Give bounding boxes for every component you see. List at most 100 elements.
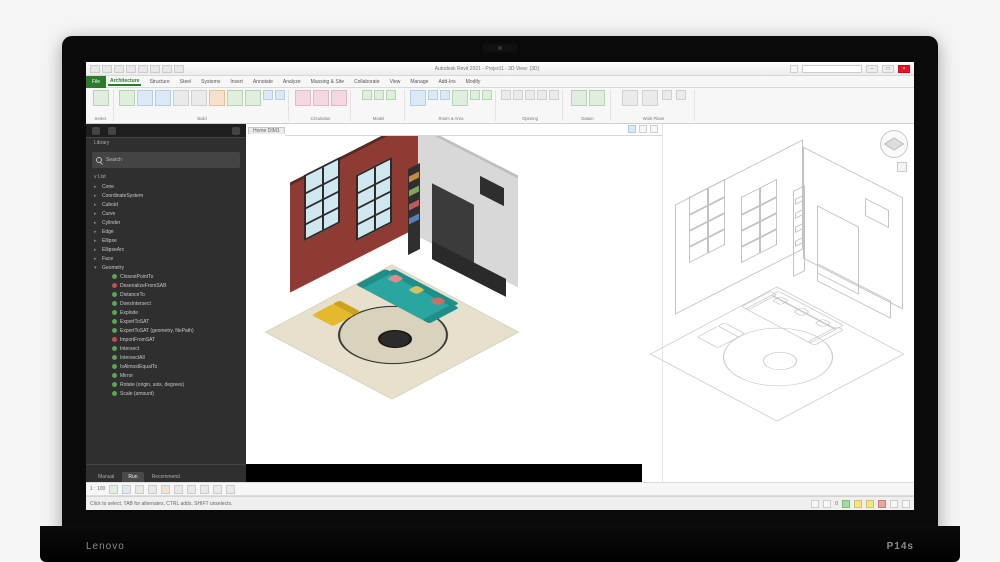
tree-item[interactable]: ▸Cone xyxy=(90,182,242,191)
wall-icon[interactable] xyxy=(119,90,135,106)
wall-open-icon[interactable] xyxy=(525,90,535,100)
tree-item[interactable]: ▸Edge xyxy=(90,227,242,236)
crop-visible-icon[interactable] xyxy=(187,485,196,494)
crop-icon[interactable] xyxy=(174,485,183,494)
tree-item[interactable]: ▸Ellipse xyxy=(90,236,242,245)
tab-steel[interactable]: Steel xyxy=(178,79,193,85)
select-underlay-icon[interactable] xyxy=(866,500,874,508)
chevron-right-icon[interactable]: ▸ xyxy=(94,220,99,226)
shaft-icon[interactable] xyxy=(513,90,523,100)
grid-icon[interactable] xyxy=(589,90,605,106)
component-icon[interactable] xyxy=(173,90,189,106)
railing-icon[interactable] xyxy=(295,90,311,106)
tab-systems[interactable]: Systems xyxy=(199,79,222,85)
scale-label[interactable]: 1 : 100 xyxy=(90,486,105,492)
title-search[interactable] xyxy=(802,65,862,73)
tree-item[interactable]: IsAlmostEqualTo xyxy=(90,362,242,371)
shadows-icon[interactable] xyxy=(148,485,157,494)
tab-manual[interactable]: Manual xyxy=(92,472,120,482)
area-boundary-icon[interactable] xyxy=(470,90,480,100)
temp-hide-icon[interactable] xyxy=(213,485,222,494)
drag-icon[interactable] xyxy=(902,500,910,508)
tree-item[interactable]: IntersectAll xyxy=(90,353,242,362)
window-icon[interactable] xyxy=(155,90,171,106)
tag-room-icon[interactable] xyxy=(440,90,450,100)
tree-item[interactable]: Intersect xyxy=(90,344,242,353)
design-options-icon[interactable] xyxy=(823,500,831,508)
user-icon[interactable] xyxy=(108,127,116,135)
tab-view[interactable]: View xyxy=(388,79,403,85)
tree-item[interactable]: ▸Cylinder xyxy=(90,218,242,227)
tab-architecture[interactable]: Architecture xyxy=(108,78,141,86)
close-view-icon[interactable] xyxy=(650,125,658,133)
close-button[interactable]: × xyxy=(898,65,910,73)
chevron-right-icon[interactable]: ▸ xyxy=(94,211,99,217)
maximize-button[interactable]: □ xyxy=(882,65,894,73)
tree-item[interactable]: ExportToSAT (geometry, filePath) xyxy=(90,326,242,335)
select-face-icon[interactable] xyxy=(890,500,898,508)
nav-home-icon[interactable] xyxy=(897,162,907,172)
sidebar-search[interactable]: Search xyxy=(92,152,240,168)
menu-icon[interactable] xyxy=(232,127,240,135)
qat-icon[interactable] xyxy=(174,65,184,73)
tab-annotate[interactable]: Annotate xyxy=(251,79,275,85)
tree-item[interactable]: ▾Geometry xyxy=(90,263,242,272)
model-group-icon[interactable] xyxy=(386,90,396,100)
qat-icon[interactable] xyxy=(114,65,124,73)
tab-analyze[interactable]: Analyze xyxy=(281,79,303,85)
dormer-icon[interactable] xyxy=(549,90,559,100)
qat-icon[interactable] xyxy=(138,65,148,73)
tree-item[interactable]: ExportToSAT xyxy=(90,317,242,326)
tab-recommend[interactable]: Recommend xyxy=(146,472,186,482)
tree-item[interactable]: DoesIntersect xyxy=(90,299,242,308)
section-label[interactable]: v List xyxy=(86,172,246,182)
tree-item[interactable]: ▸CoordinateSystem xyxy=(90,191,242,200)
viewer-icon[interactable] xyxy=(676,90,686,100)
link-icon[interactable] xyxy=(639,125,647,133)
ceiling-icon[interactable] xyxy=(227,90,243,106)
column-icon[interactable] xyxy=(191,90,207,106)
chevron-right-icon[interactable]: ▸ xyxy=(94,193,99,199)
chevron-right-icon[interactable]: ▸ xyxy=(94,229,99,235)
file-menu-button[interactable]: File xyxy=(86,76,106,88)
ramp-icon[interactable] xyxy=(313,90,329,106)
tree-item[interactable]: ImportFromSAT xyxy=(90,335,242,344)
qat-icon[interactable] xyxy=(102,65,112,73)
cloud-icon[interactable] xyxy=(628,125,636,133)
lock-3d-icon[interactable] xyxy=(200,485,209,494)
tree-item[interactable]: Explode xyxy=(90,308,242,317)
curtain-icon[interactable] xyxy=(263,90,273,100)
modify-icon[interactable] xyxy=(93,90,109,106)
tab-massing[interactable]: Massing & Site xyxy=(309,79,346,85)
tree-item[interactable]: DistanceTo xyxy=(90,290,242,299)
chevron-right-icon[interactable]: ▸ xyxy=(94,238,99,244)
qat-icon[interactable] xyxy=(150,65,160,73)
select-pinned-icon[interactable] xyxy=(878,500,886,508)
visual-style-icon[interactable] xyxy=(122,485,131,494)
mullion-icon[interactable] xyxy=(275,90,285,100)
stair-icon[interactable] xyxy=(331,90,347,106)
view-tab[interactable]: Home DIM1 xyxy=(248,127,285,134)
tab-collaborate[interactable]: Collaborate xyxy=(352,79,382,85)
home-icon[interactable] xyxy=(92,127,100,135)
tab-manage[interactable]: Manage xyxy=(408,79,430,85)
tab-modify[interactable]: Modify xyxy=(464,79,483,85)
select-links-icon[interactable] xyxy=(854,500,862,508)
quick-access-toolbar[interactable] xyxy=(90,65,184,73)
chevron-right-icon[interactable]: ▸ xyxy=(94,256,99,262)
tree-item[interactable]: Rotate (origin, axis, degrees) xyxy=(90,380,242,389)
tab-run[interactable]: Run xyxy=(122,472,143,482)
tree-item[interactable]: Mirror xyxy=(90,371,242,380)
filter-icon[interactable] xyxy=(842,500,850,508)
vertical-icon[interactable] xyxy=(537,90,547,100)
search-icon[interactable] xyxy=(790,65,798,73)
room-icon[interactable] xyxy=(410,90,426,106)
chevron-down-icon[interactable]: ▾ xyxy=(94,265,99,271)
sun-path-icon[interactable] xyxy=(135,485,144,494)
reveal-icon[interactable] xyxy=(226,485,235,494)
tab-structure[interactable]: Structure xyxy=(147,79,171,85)
door-icon[interactable] xyxy=(137,90,153,106)
model-line-icon[interactable] xyxy=(374,90,384,100)
tab-addins[interactable]: Add-Ins xyxy=(436,79,457,85)
floor-icon[interactable] xyxy=(245,90,261,106)
